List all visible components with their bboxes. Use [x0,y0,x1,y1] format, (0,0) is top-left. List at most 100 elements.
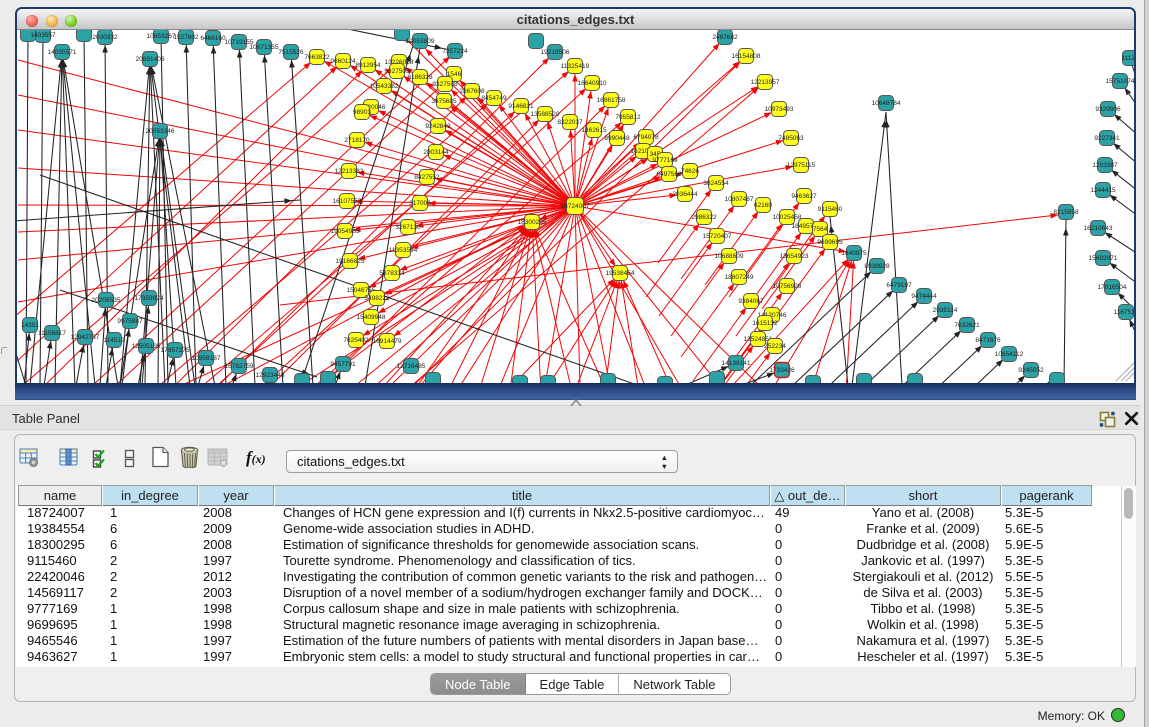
svg-text:19538454: 19538454 [606,270,635,277]
svg-text:15409948: 15409948 [357,314,386,321]
svg-text:9146821: 9146821 [508,103,534,110]
svg-text:18300295: 18300295 [518,219,547,226]
svg-text:15720407: 15720407 [703,233,732,240]
svg-text:7564: 7564 [813,226,828,233]
svg-text:16107553: 16107553 [333,198,362,205]
svg-text:74626: 74626 [681,168,699,175]
svg-text:10648784: 10648784 [872,100,901,107]
svg-text:8938928: 8938928 [864,263,890,270]
svg-text:7632621: 7632621 [954,322,980,329]
svg-text:9115460: 9115460 [818,206,843,213]
svg-text:17016504: 17016504 [1098,284,1127,291]
svg-text:98903: 98903 [353,109,371,116]
svg-text:15692971: 15692971 [1089,255,1118,262]
svg-text:17359924: 17359924 [135,295,164,302]
svg-text:16210643: 16210643 [1084,225,1113,232]
svg-text:9245052: 9245052 [1018,367,1044,374]
svg-text:10807487: 10807487 [725,196,754,203]
svg-text:7357224: 7357224 [442,48,468,55]
svg-text:2867608: 2867608 [459,88,485,95]
svg-text:16914479: 16914479 [373,338,402,345]
svg-text:6497568: 6497568 [656,171,682,178]
svg-text:9329906: 9329906 [1095,106,1121,113]
svg-text:2803144: 2803144 [423,149,449,156]
svg-text:9327508: 9327508 [432,81,458,88]
svg-text:1244415: 1244415 [1090,187,1116,194]
svg-text:14035571: 14035571 [48,49,77,56]
svg-text:3824554: 3824554 [703,180,729,187]
svg-text:1167534: 1167534 [1114,309,1134,316]
svg-text:9777169: 9777169 [652,157,678,164]
svg-text:5878334: 5878334 [379,270,405,277]
svg-text:9384067: 9384067 [738,298,764,305]
svg-text:18724007: 18724007 [561,203,590,210]
svg-text:12923448: 12923448 [256,372,285,379]
svg-text:10688609: 10688609 [715,253,744,260]
svg-text:13716485: 13716485 [397,363,426,370]
svg-text:9975887: 9975887 [117,318,143,325]
svg-text:9463627: 9463627 [791,193,817,200]
svg-text:19218506: 19218506 [541,49,570,56]
svg-text:9227341: 9227341 [1094,135,1120,142]
svg-text:12505195: 12505195 [132,343,161,350]
svg-text:16640910: 16640910 [578,80,607,87]
svg-text:19054985: 19054985 [331,228,360,235]
svg-text:10756928: 10756928 [773,283,802,290]
svg-text:8215958: 8215958 [1053,209,1079,216]
svg-text:7955812: 7955812 [615,114,641,121]
svg-text:8912954: 8912954 [355,62,381,69]
svg-text:8427552: 8427552 [414,174,440,181]
svg-text:7625402: 7625402 [343,337,369,344]
svg-text:9699695: 9699695 [817,239,843,246]
svg-text:9327509: 9327509 [384,68,410,75]
svg-text:11325419: 11325419 [561,63,590,70]
svg-text:2036444: 2036444 [672,191,698,198]
svg-text:20208535: 20208535 [92,297,121,304]
svg-text:20691406: 20691406 [136,56,165,63]
svg-text:7663822: 7663822 [304,54,330,61]
svg-text:2986322: 2986322 [691,214,717,221]
svg-text:7485063: 7485063 [778,135,804,142]
svg-text:1362615: 1362615 [581,127,607,134]
svg-text:1733426: 1733426 [769,367,795,374]
svg-text:8322037: 8322037 [557,119,583,126]
svg-text:16782759: 16782759 [225,363,254,370]
svg-text:9457791: 9457791 [330,361,356,368]
svg-text:6479197: 6479197 [886,282,912,289]
svg-text:8990448: 8990448 [604,135,630,142]
svg-text:12942737: 12942737 [71,334,100,341]
svg-text:12975115: 12975115 [787,162,816,169]
svg-text:19166825: 19166825 [336,258,365,265]
svg-text:11121: 11121 [1121,55,1134,62]
svg-text:317006: 317006 [409,200,431,207]
svg-text:2487682: 2487682 [712,34,738,41]
svg-text:114519: 114519 [103,337,125,344]
svg-text:9474444: 9474444 [911,293,937,300]
svg-text:1527602: 1527602 [173,34,199,41]
svg-text:10654112: 10654112 [995,351,1024,358]
svg-text:18807249: 18807249 [725,274,754,281]
svg-text:3267130: 3267130 [395,224,421,231]
svg-text:14136141: 14136141 [722,360,751,367]
svg-text:1615132: 1615132 [752,320,778,327]
svg-text:15751074: 15751074 [1106,78,1134,85]
svg-text:8186328: 8186328 [407,74,433,81]
svg-text:8471676: 8471676 [975,337,1001,344]
svg-text:12213957: 12213957 [751,79,780,86]
svg-text:13588520: 13588520 [531,111,560,118]
svg-text:10053809: 10053809 [406,38,435,45]
svg-text:62160: 62160 [754,202,772,209]
svg-text:20053346: 20053346 [146,128,175,135]
svg-text:17957275: 17957275 [161,347,190,354]
svg-text:10671355: 10671355 [250,44,279,51]
svg-text:2935114: 2935114 [933,307,958,314]
svg-text:7515526: 7515526 [278,49,304,56]
svg-text:1203387: 1203387 [1092,162,1118,169]
svg-text:1403557: 1403557 [30,32,56,39]
svg-text:13654923: 13654923 [780,253,809,260]
svg-text:2030332: 2030332 [92,34,118,41]
svg-text:10653267: 10653267 [147,33,176,40]
svg-text:10973493: 10973493 [765,106,794,113]
svg-text:14351: 14351 [21,322,39,329]
svg-text:16154808: 16154808 [732,53,761,60]
